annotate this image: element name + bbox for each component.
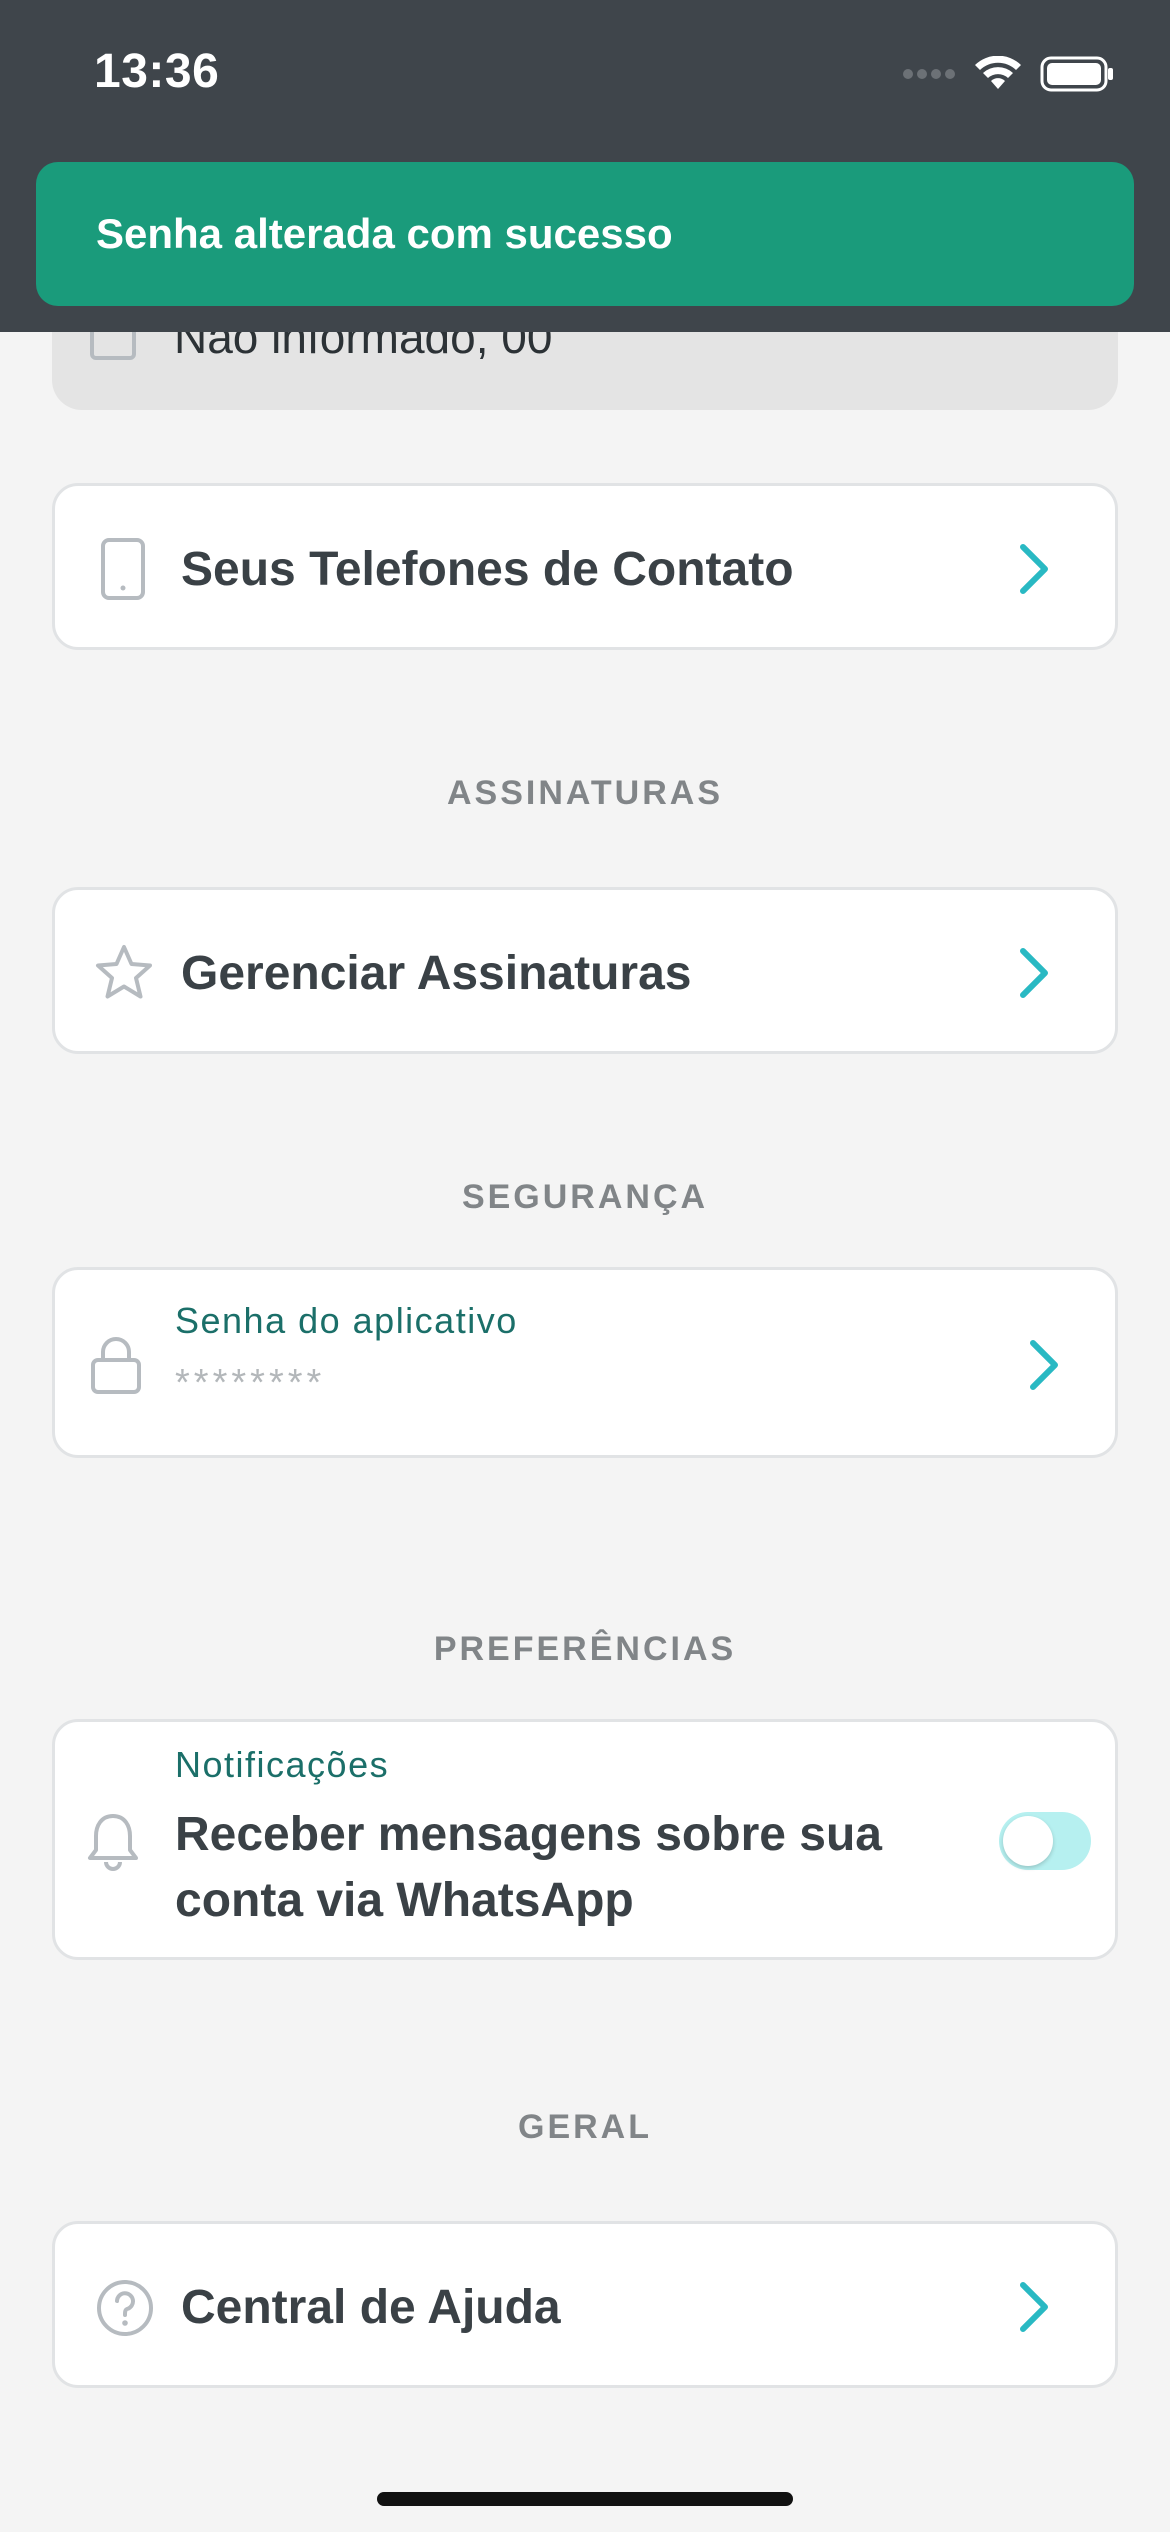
home-indicator[interactable] <box>377 2492 793 2506</box>
status-time: 13:36 <box>94 45 220 98</box>
phones-label: Seus Telefones de Contato <box>181 543 794 596</box>
signal-dots-icon <box>903 69 955 79</box>
bell-icon <box>85 1810 141 1874</box>
section-title-general: GERAL <box>518 2108 652 2146</box>
help-center-label: Central de Ajuda <box>181 2281 561 2334</box>
chevron-right-icon <box>1020 948 1048 998</box>
whatsapp-notifications-row: Notificações Receber mensagens sobre sua… <box>52 1719 1118 1960</box>
success-toast[interactable]: Senha alterada com sucesso <box>36 162 1134 306</box>
toggle-knob <box>1003 1816 1053 1866</box>
chevron-right-icon <box>1020 2282 1048 2332</box>
wifi-icon <box>975 56 1021 89</box>
status-icons <box>902 54 1114 94</box>
chevron-right-icon <box>1030 1340 1058 1390</box>
section-title-preferences: PREFERÊNCIAS <box>433 1630 737 1668</box>
lock-icon <box>89 1334 143 1396</box>
whatsapp-notifications-label: Receber mensagens sobre sua conta via Wh… <box>175 1808 882 1927</box>
phone-icon <box>101 538 145 600</box>
phones-row[interactable]: Seus Telefones de Contato <box>52 483 1118 650</box>
star-icon <box>93 942 155 1004</box>
section-title-subscriptions: ASSINATURAS <box>446 774 724 812</box>
manage-subscriptions-row[interactable]: Gerenciar Assinaturas <box>52 887 1118 1054</box>
whatsapp-notifications-toggle[interactable] <box>999 1812 1091 1870</box>
notifications-caption: Notificações <box>175 1744 390 1785</box>
manage-subscriptions-label: Gerenciar Assinaturas <box>181 947 692 1000</box>
toast-message: Senha alterada com sucesso <box>96 210 673 257</box>
app-password-value: ******** <box>175 1362 326 1404</box>
section-title-security: SEGURANÇA <box>461 1178 709 1216</box>
help-circle-icon <box>95 2278 155 2338</box>
battery-icon <box>1040 56 1113 92</box>
help-center-row[interactable]: Central de Ajuda <box>52 2221 1118 2388</box>
app-password-caption: Senha do aplicativo <box>175 1300 518 1341</box>
app-password-row[interactable]: Senha do aplicativo ******** <box>52 1267 1118 1458</box>
chevron-right-icon <box>1020 544 1048 594</box>
